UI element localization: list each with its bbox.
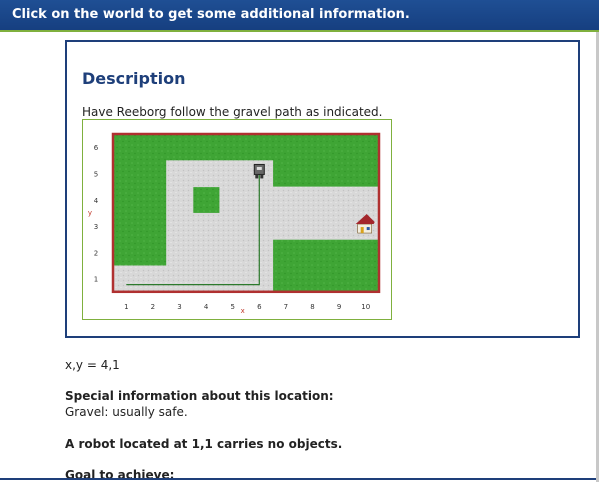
description-title: Description — [82, 69, 186, 88]
x-tick-label: 3 — [177, 303, 181, 311]
gravel-cell[interactable] — [219, 186, 247, 214]
special-info-text: Gravel: usually safe. — [65, 405, 188, 419]
gravel-cell[interactable] — [192, 212, 220, 240]
robot-face — [256, 166, 262, 170]
robot-status-position: 1,1 — [191, 437, 213, 451]
bottom-rule — [0, 478, 599, 480]
gravel-cell[interactable] — [219, 265, 247, 293]
robot-status-prefix: A robot located at — [65, 437, 192, 451]
gravel-cell[interactable] — [192, 265, 220, 293]
robot-leg — [260, 174, 264, 179]
y-tick-label: 4 — [94, 197, 99, 205]
gravel-cell[interactable] — [272, 212, 300, 240]
gravel-cell[interactable] — [166, 160, 194, 188]
instruction-banner: Click on the world to get some additiona… — [0, 0, 599, 30]
y-tick-label: 2 — [94, 249, 98, 257]
gravel-cell[interactable] — [192, 239, 220, 266]
gravel-cell[interactable] — [139, 265, 167, 293]
x-tick-label: 5 — [230, 303, 234, 311]
gravel-cell[interactable] — [166, 212, 194, 240]
x-tick-label: 1 — [124, 303, 128, 311]
y-tick-label: 3 — [94, 223, 98, 231]
gravel-cell[interactable] — [113, 265, 141, 293]
x-axis-label: x — [241, 307, 245, 315]
x-tick-label: 9 — [337, 303, 341, 311]
gravel-cell[interactable] — [299, 186, 327, 214]
gravel-cell[interactable] — [299, 212, 327, 240]
gravel-cell[interactable] — [166, 239, 194, 266]
gravel-cell[interactable] — [192, 160, 220, 188]
gravel-cell[interactable] — [219, 212, 247, 240]
gravel-cell[interactable] — [325, 212, 353, 240]
gravel-cell[interactable] — [352, 186, 380, 214]
x-tick-label: 10 — [361, 303, 370, 311]
robot-leg — [255, 174, 259, 179]
robot-status: A robot located at 1,1 carries no object… — [65, 437, 342, 451]
y-axis-label: y — [88, 209, 92, 217]
x-tick-label: 8 — [310, 303, 314, 311]
house-window — [366, 227, 370, 231]
x-tick-label: 6 — [257, 303, 262, 311]
gravel-cell[interactable] — [272, 186, 300, 214]
gravel-cell[interactable] — [219, 239, 247, 266]
gravel-cell[interactable] — [325, 186, 353, 214]
description-text: Have Reeborg follow the gravel path as i… — [82, 105, 383, 119]
y-tick-label: 5 — [94, 170, 98, 178]
special-info-heading: Special information about this location: — [65, 389, 334, 403]
gravel-cell[interactable] — [219, 160, 247, 188]
y-tick-label: 1 — [94, 276, 98, 284]
x-tick-label: 4 — [204, 303, 209, 311]
robot-status-suffix: carries no objects. — [212, 437, 343, 451]
x-tick-label: 2 — [151, 303, 155, 311]
x-tick-label: 7 — [284, 303, 288, 311]
instruction-text: Click on the world to get some additiona… — [12, 7, 410, 22]
coordinates-readout: x,y = 4,1 — [65, 358, 120, 372]
reeborg-world[interactable]: 1 2 3 4 5 6 7 8 9 10 1 2 3 4 5 6 x y — [82, 119, 392, 320]
gravel-cell[interactable] — [166, 186, 194, 214]
gravel-cell[interactable] — [166, 265, 194, 293]
banner-underline — [0, 30, 599, 32]
house-door — [360, 227, 364, 234]
y-tick-label: 6 — [94, 144, 99, 152]
